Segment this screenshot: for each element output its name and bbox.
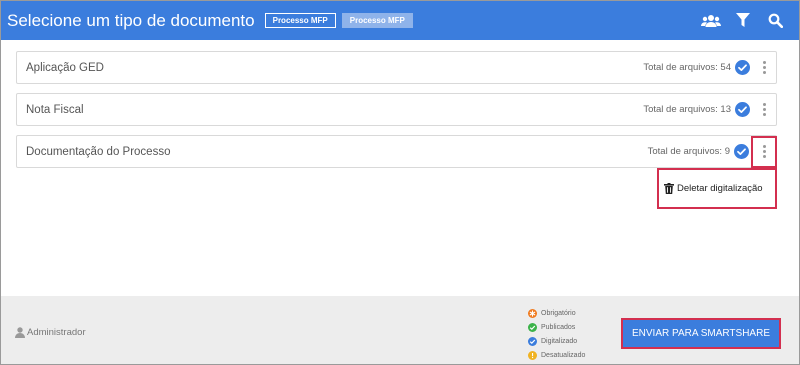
search-icon[interactable] [765, 11, 785, 31]
document-type-list: Aplicação GED Total de arquivos: 54 Nota… [16, 51, 777, 177]
check-circle-icon [735, 102, 750, 117]
status-legend: Obrigatório Publicados Digitalizado Desa… [528, 306, 585, 362]
process-badge-filled[interactable]: Processo MFP [341, 13, 413, 28]
user-name: Administrador [27, 327, 86, 338]
document-total: Total de arquivos: 54 [643, 62, 731, 73]
delete-label: Deletar digitalização [677, 183, 763, 194]
more-options-icon[interactable] [752, 93, 776, 126]
legend-item-desatualizado: Desatualizado [528, 348, 585, 362]
legend-item-obrigatorio: Obrigatório [528, 306, 585, 320]
document-total: Total de arquivos: 9 [647, 146, 730, 157]
document-name: Nota Fiscal [26, 103, 84, 116]
check-circle-icon [734, 144, 749, 159]
legend-item-digitalizado: Digitalizado [528, 334, 585, 348]
document-name: Aplicação GED [26, 61, 104, 74]
more-options-icon[interactable] [751, 135, 777, 168]
delete-digitalization-menu-item[interactable]: Deletar digitalização [657, 168, 777, 209]
send-to-smartshare-button[interactable]: ENVIAR PARA SMARTSHARE [621, 318, 781, 349]
page-title: Selecione um tipo de documento [7, 10, 255, 30]
document-row-nota-fiscal[interactable]: Nota Fiscal Total de arquivos: 13 [16, 93, 777, 126]
header-bar: Selecione um tipo de documento Processo … [1, 1, 799, 40]
check-circle-icon [528, 322, 537, 332]
filter-icon[interactable] [733, 11, 753, 31]
current-user: Administrador [15, 327, 86, 338]
check-circle-icon [528, 336, 537, 346]
document-row-aplicacao-ged[interactable]: Aplicação GED Total de arquivos: 54 [16, 51, 777, 84]
header-actions [689, 1, 785, 40]
users-icon[interactable] [701, 11, 721, 31]
footer-bar: Administrador Obrigatório Publicados Dig… [1, 296, 799, 364]
asterisk-icon [528, 308, 537, 318]
check-circle-icon [735, 60, 750, 75]
document-total: Total de arquivos: 13 [643, 104, 731, 115]
document-row-documentacao-do-processo[interactable]: Documentação do Processo Total de arquiv… [16, 135, 777, 168]
user-icon [15, 327, 25, 338]
exclamation-icon [528, 350, 537, 360]
legend-item-publicados: Publicados [528, 320, 585, 334]
process-badge-outline[interactable]: Processo MFP [264, 13, 336, 28]
document-name: Documentação do Processo [26, 145, 171, 158]
more-options-icon[interactable] [752, 51, 776, 84]
trash-icon [664, 183, 674, 194]
